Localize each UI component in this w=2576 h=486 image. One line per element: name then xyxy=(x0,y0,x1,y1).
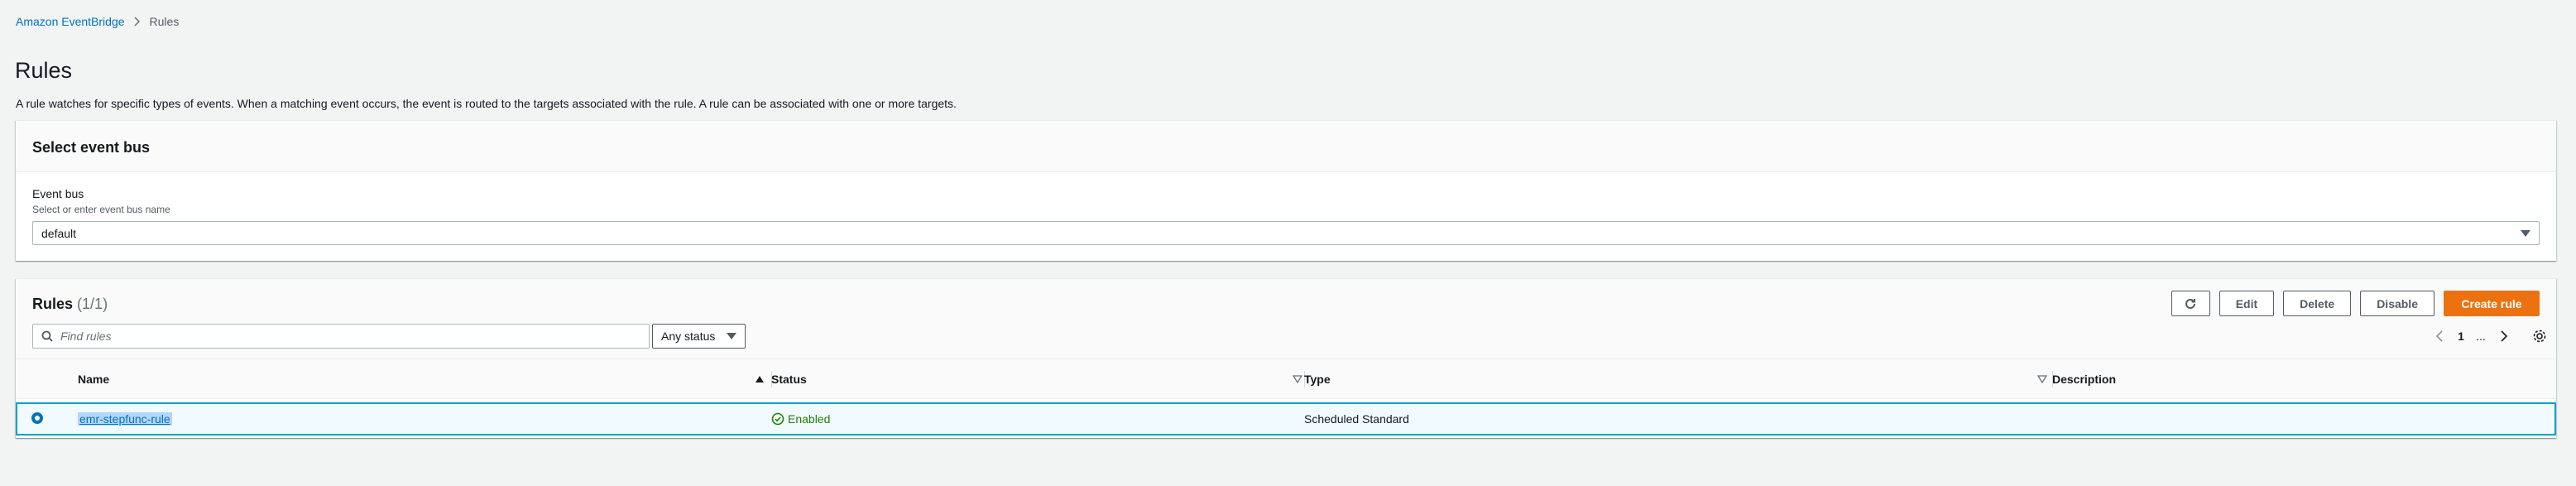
rule-name-link[interactable]: emr-stepfunc-rule xyxy=(78,412,172,426)
rule-status-cell: Enabled xyxy=(771,404,830,434)
edit-button[interactable]: Edit xyxy=(2219,291,2275,316)
sort-icon[interactable] xyxy=(2037,374,2047,383)
breadcrumb: Amazon EventBridge Rules xyxy=(16,13,179,30)
event-bus-label: Event bus xyxy=(32,187,84,200)
event-bus-panel-title: Select event bus xyxy=(32,139,151,156)
rule-type-text: Scheduled Standard xyxy=(1304,412,1409,426)
rule-type-cell: Scheduled Standard xyxy=(1304,404,1409,434)
event-bus-panel-header: Select event bus xyxy=(16,121,2556,172)
sort-icon[interactable] xyxy=(1293,374,1302,383)
delete-button[interactable]: Delete xyxy=(2283,291,2352,316)
rules-panel-title: Rules (1/1) xyxy=(32,294,108,314)
chevron-right-icon[interactable] xyxy=(2492,330,2516,342)
status-enabled: Enabled xyxy=(771,412,830,426)
rules-actions: Edit Delete Disable Create rule xyxy=(2171,291,2540,316)
rule-name-cell: emr-stepfunc-rule xyxy=(78,404,172,434)
status-text: Enabled xyxy=(788,412,831,426)
column-header-type[interactable]: Type xyxy=(1304,359,2047,398)
breadcrumb-current: Rules xyxy=(149,15,180,28)
status-filter-value: Any status xyxy=(661,330,716,343)
table-row[interactable]: emr-stepfunc-rule Enabled Scheduled Stan… xyxy=(16,402,2556,435)
event-bus-value: default xyxy=(41,226,77,240)
column-name-label: Name xyxy=(78,372,110,386)
chevron-right-icon xyxy=(134,17,141,26)
column-description-label: Description xyxy=(2052,372,2117,386)
chevron-left-icon[interactable] xyxy=(2427,330,2452,342)
refresh-button[interactable] xyxy=(2171,291,2210,316)
breadcrumb-eventbridge-link[interactable]: Amazon EventBridge xyxy=(16,15,125,28)
disable-button[interactable]: Disable xyxy=(2360,291,2434,316)
status-filter-dropdown[interactable]: Any status xyxy=(652,324,746,349)
refresh-icon xyxy=(2184,297,2197,310)
page-title: Rules xyxy=(15,58,73,83)
page-ellipsis: ... xyxy=(2476,330,2486,343)
rules-table-header: Name Status Type Description xyxy=(16,358,2556,399)
pagination: 1 ... xyxy=(2427,324,2556,349)
caret-down-icon xyxy=(727,333,736,339)
page-description: A rule watches for specific types of eve… xyxy=(16,97,957,110)
rules-panel-header: Rules (1/1) Edit Delete Disable Create r… xyxy=(16,279,2556,358)
caret-down-icon xyxy=(2521,229,2530,237)
column-header-name[interactable]: Name xyxy=(78,359,765,398)
find-rules-input[interactable] xyxy=(60,330,623,343)
search-icon xyxy=(41,330,53,342)
row-select-radio[interactable] xyxy=(31,412,43,424)
column-status-label: Status xyxy=(771,372,807,386)
gear-icon[interactable] xyxy=(2523,329,2556,344)
check-circle-icon xyxy=(771,412,784,426)
sort-ascending-icon[interactable] xyxy=(755,375,765,383)
create-rule-button[interactable]: Create rule xyxy=(2444,291,2540,316)
event-bus-select[interactable]: default xyxy=(32,221,2540,245)
page-number[interactable]: 1 xyxy=(2452,330,2470,343)
rules-count: (1/1) xyxy=(77,296,108,312)
event-bus-hint: Select or enter event bus name xyxy=(32,204,170,215)
column-header-status[interactable]: Status xyxy=(771,359,1302,398)
find-rules-search[interactable] xyxy=(32,324,650,349)
rules-title-text: Rules xyxy=(32,296,74,312)
event-bus-panel: Select event bus Event bus Select or ent… xyxy=(16,120,2556,261)
column-type-label: Type xyxy=(1304,372,1331,386)
column-header-description: Description xyxy=(2052,359,2549,398)
rules-panel: Rules (1/1) Edit Delete Disable Create r… xyxy=(16,278,2556,438)
